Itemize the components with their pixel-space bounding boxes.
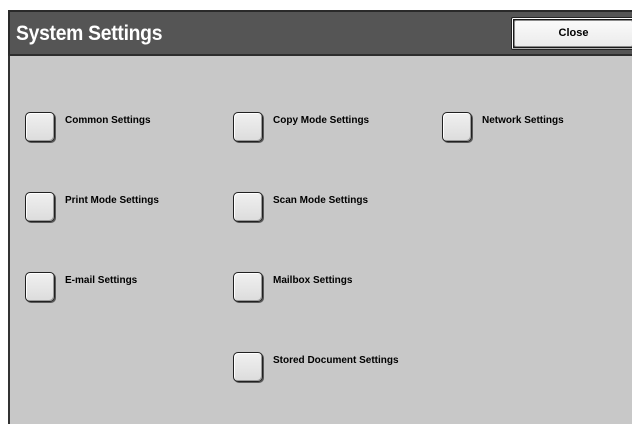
mailbox-settings-label: Mailbox Settings xyxy=(273,275,353,286)
copy-mode-settings-label: Copy Mode Settings xyxy=(273,115,370,126)
close-button-label: Close xyxy=(558,27,589,39)
common-settings-checkbox[interactable] xyxy=(25,112,55,142)
common-settings-label: Common Settings xyxy=(65,115,151,126)
stored-document-settings-checkbox[interactable] xyxy=(233,352,263,382)
scan-mode-settings-label: Scan Mode Settings xyxy=(273,195,369,206)
page-title: System Settings xyxy=(16,22,163,45)
email-settings-label: E-mail Settings xyxy=(65,275,138,286)
print-mode-settings-checkbox[interactable] xyxy=(25,192,55,222)
close-button[interactable]: Close xyxy=(511,17,632,50)
email-settings-checkbox[interactable] xyxy=(25,272,55,302)
stored-document-settings-label: Stored Document Settings xyxy=(273,355,399,366)
scan-mode-settings-checkbox[interactable] xyxy=(233,192,263,222)
system-settings-screen: System Settings Close Common Settings Pr… xyxy=(0,0,632,424)
copy-mode-settings-checkbox[interactable] xyxy=(233,112,263,142)
network-settings-checkbox[interactable] xyxy=(442,112,472,142)
network-settings-label: Network Settings xyxy=(482,115,564,126)
mailbox-settings-checkbox[interactable] xyxy=(233,272,263,302)
print-mode-settings-label: Print Mode Settings xyxy=(65,195,159,206)
